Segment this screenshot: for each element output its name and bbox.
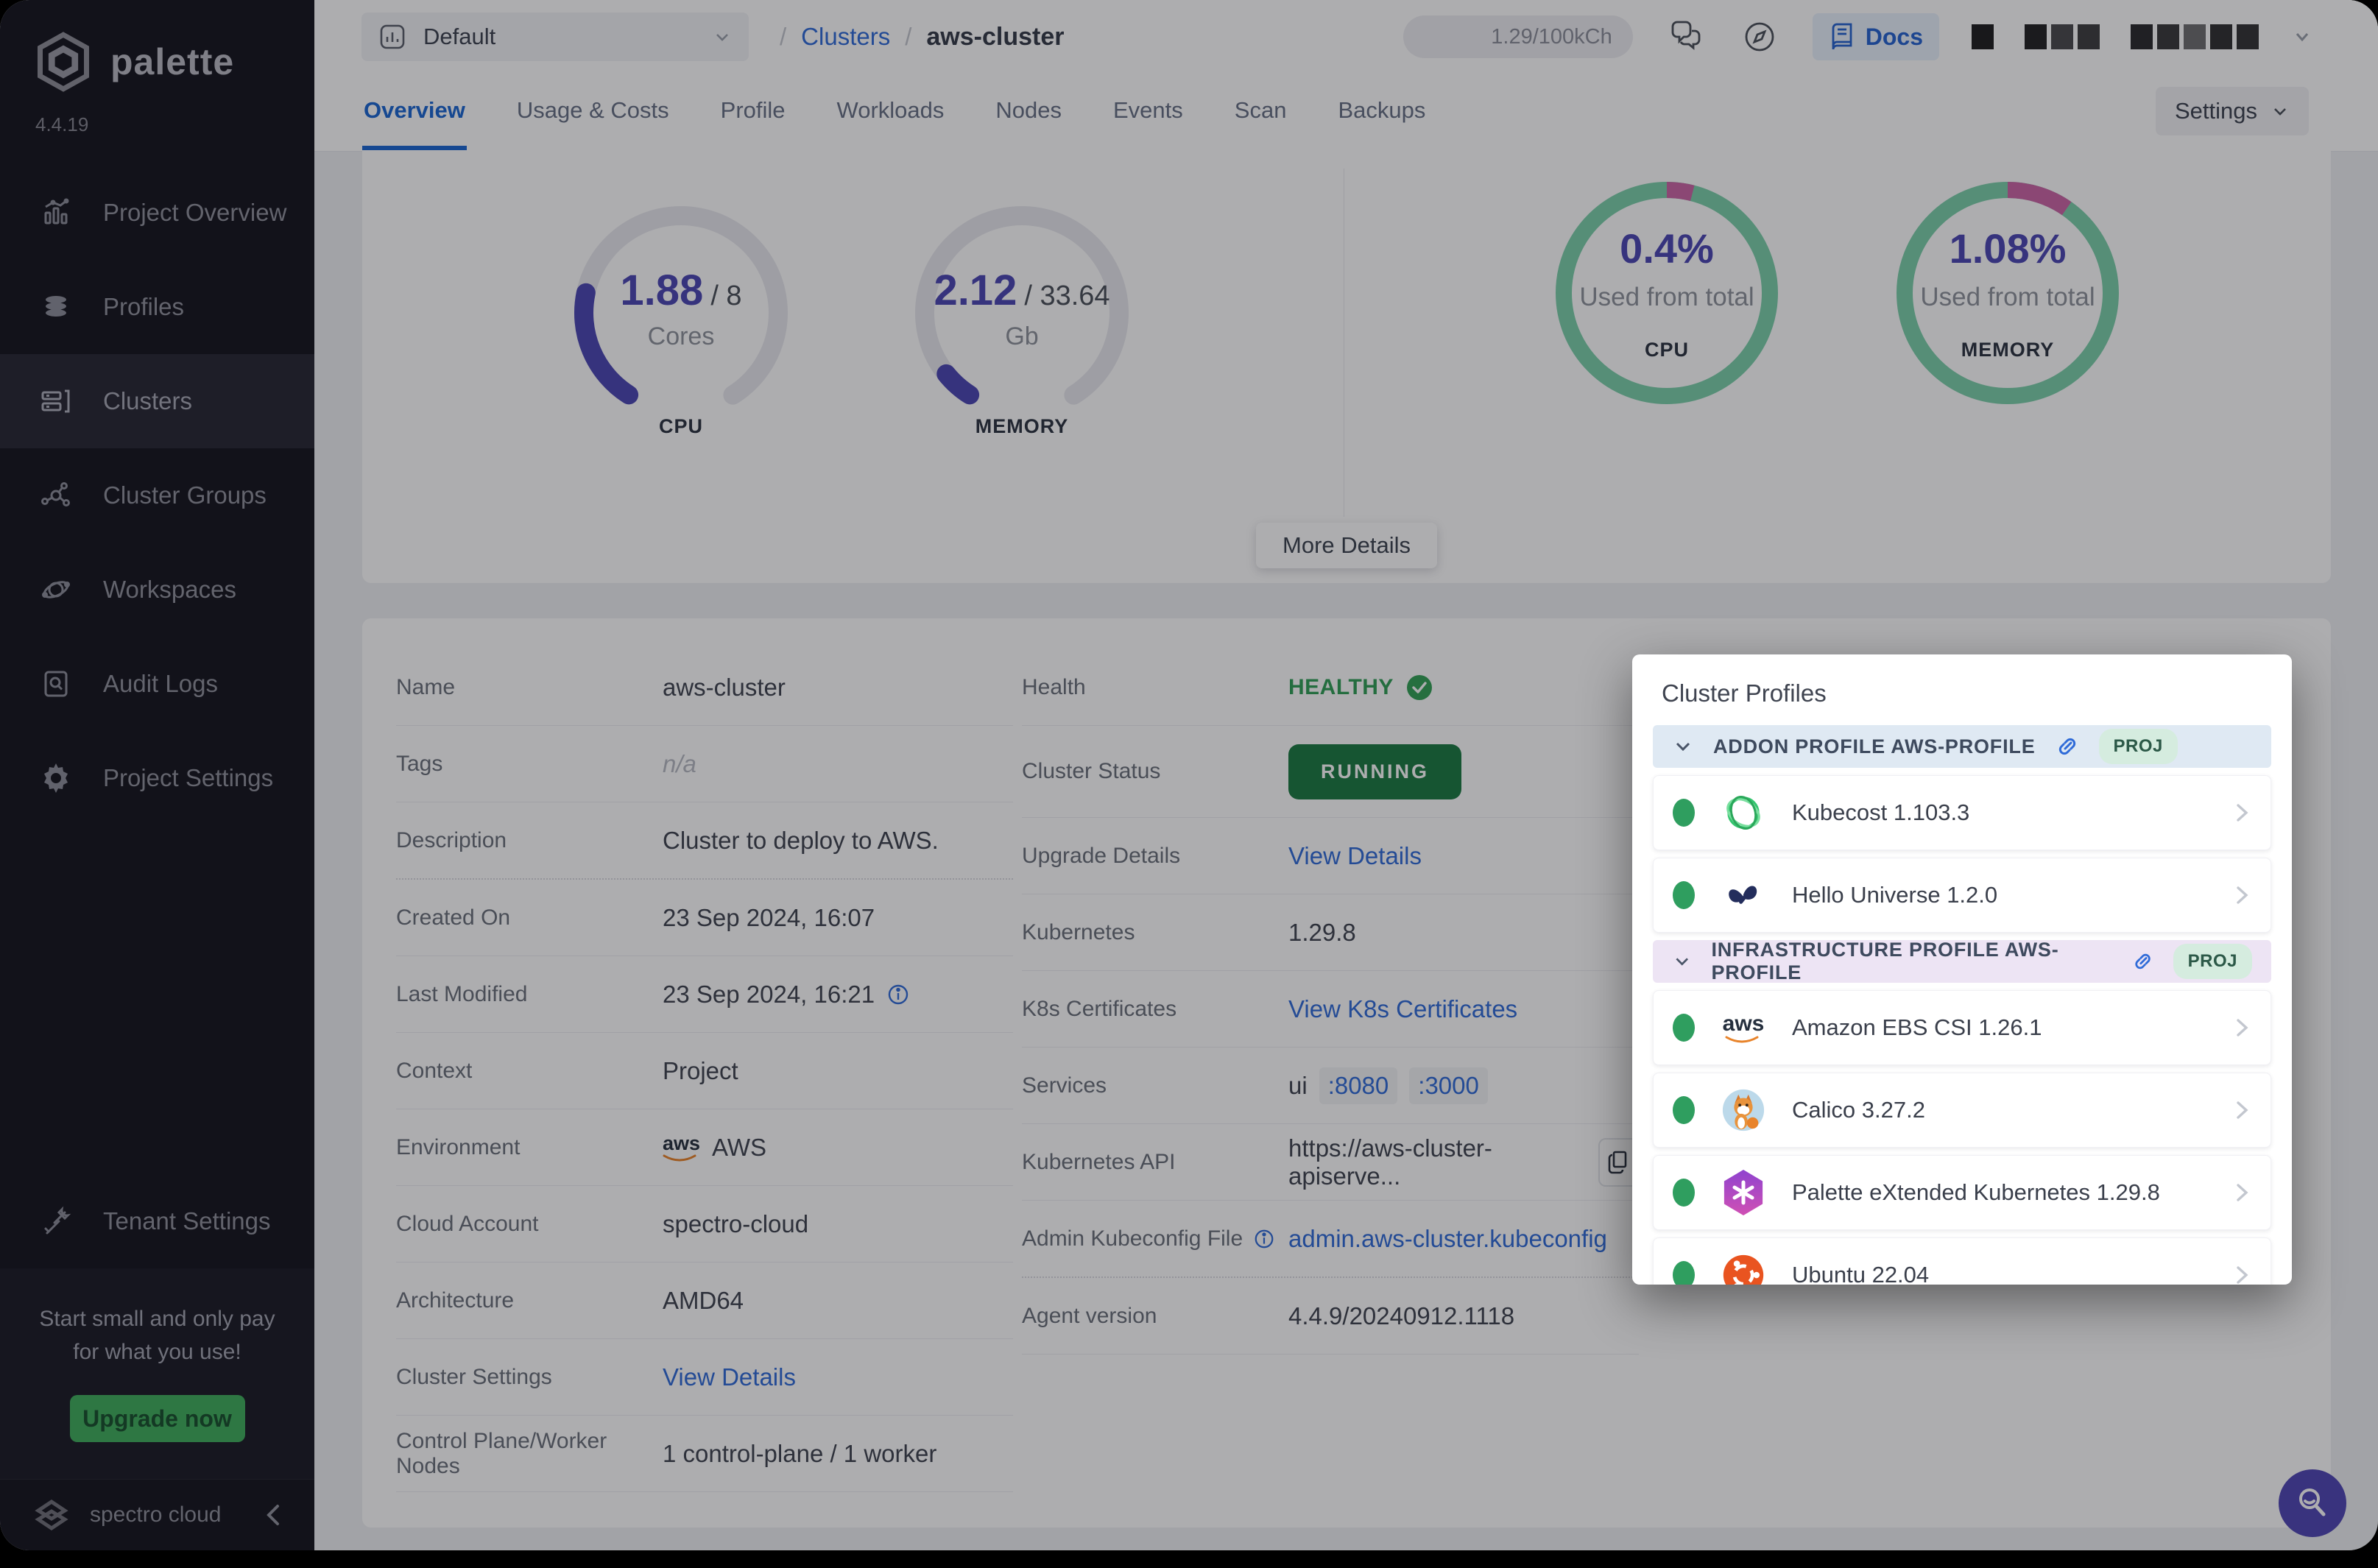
cluster-profiles-title: Cluster Profiles — [1632, 654, 2292, 725]
profile-layer-amazon-ebs-csi[interactable]: aws Amazon EBS CSI 1.26.1 — [1653, 990, 2271, 1065]
section-header-label: ADDON PROFILE AWS-PROFILE — [1713, 735, 2036, 758]
chevron-right-icon — [2232, 1015, 2251, 1040]
chevron-right-icon — [2232, 1180, 2251, 1205]
profile-layer-name: Amazon EBS CSI 1.26.1 — [1792, 1014, 2207, 1041]
status-dot — [1673, 1014, 1695, 1042]
cluster-profiles-panel: Cluster Profiles ADDON PROFILE AWS-PROFI… — [1632, 654, 2292, 1285]
section-header-label: INFRASTRUCTURE PROFILE AWS-PROFILE — [1711, 939, 2111, 984]
chevron-right-icon — [2232, 1262, 2251, 1285]
profile-layer-hello-universe[interactable]: Hello Universe 1.2.0 — [1653, 858, 2271, 933]
profile-layer-kubecost[interactable]: Kubecost 1.103.3 — [1653, 775, 2271, 850]
chevron-right-icon — [2232, 883, 2251, 908]
profile-layer-name: Kubecost 1.103.3 — [1792, 799, 2207, 826]
ubuntu-icon — [1720, 1251, 1767, 1285]
status-dot — [1673, 1179, 1695, 1207]
chevron-right-icon — [2232, 1098, 2251, 1123]
status-dot — [1673, 881, 1695, 909]
profile-layer-name: Hello Universe 1.2.0 — [1792, 882, 2207, 908]
scope-badge: PROJ — [2173, 944, 2252, 979]
status-dot — [1673, 1096, 1695, 1124]
calico-icon — [1720, 1087, 1767, 1134]
chevron-down-icon — [1672, 735, 1694, 757]
profile-layer-palette-extended-kubernetes[interactable]: Palette eXtended Kubernetes 1.29.8 — [1653, 1155, 2271, 1230]
addon-profile-section-header[interactable]: ADDON PROFILE AWS-PROFILE PROJ — [1653, 725, 2271, 768]
profile-layer-name: Palette eXtended Kubernetes 1.29.8 — [1792, 1179, 2207, 1206]
app-window: palette 4.4.19 Project Overview Profiles — [0, 0, 2378, 1550]
palette-pxk-icon — [1720, 1169, 1767, 1216]
profile-layer-ubuntu[interactable]: Ubuntu 22.04 — [1653, 1237, 2271, 1285]
chevron-right-icon — [2232, 800, 2251, 825]
profile-layer-calico[interactable]: Calico 3.27.2 — [1653, 1073, 2271, 1148]
profile-layer-name: Calico 3.27.2 — [1792, 1097, 2207, 1123]
profile-layer-name: Ubuntu 22.04 — [1792, 1262, 2207, 1285]
status-dot — [1673, 799, 1695, 827]
link-icon[interactable] — [2131, 949, 2154, 974]
aws-icon: aws — [1720, 1004, 1767, 1051]
scope-badge: PROJ — [2099, 729, 2178, 764]
infrastructure-profile-section-header[interactable]: INFRASTRUCTURE PROFILE AWS-PROFILE PROJ — [1653, 940, 2271, 983]
chevron-down-icon — [1672, 950, 1692, 972]
kubecost-icon — [1720, 789, 1767, 836]
status-dot — [1673, 1261, 1695, 1285]
link-icon[interactable] — [2055, 734, 2080, 759]
hello-universe-icon — [1720, 872, 1767, 919]
